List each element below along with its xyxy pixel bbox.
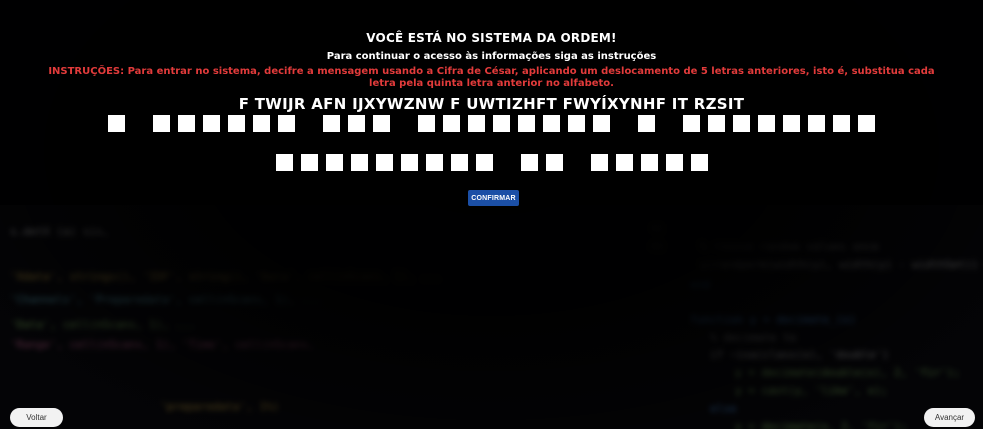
page-title: VOCÊ ESTÁ NO SISTEMA DA ORDEM! bbox=[366, 31, 617, 45]
letter-input[interactable] bbox=[543, 115, 560, 132]
letter-input[interactable] bbox=[590, 154, 608, 171]
letter-input[interactable] bbox=[593, 115, 610, 132]
cipher-text: F TWIJR AFN IJXYWZNW F UWTIZHFT FWYÍXYNH… bbox=[238, 95, 745, 113]
letter-input[interactable] bbox=[858, 115, 875, 132]
letter-input[interactable] bbox=[638, 115, 655, 132]
letter-input[interactable] bbox=[758, 115, 775, 132]
letter-input[interactable] bbox=[545, 154, 563, 171]
letter-input[interactable] bbox=[615, 154, 633, 171]
answer-word bbox=[275, 154, 493, 171]
instructions-text: INSTRUÇÕES: Para entrar no sistema, deci… bbox=[48, 66, 935, 89]
letter-input[interactable] bbox=[518, 115, 535, 132]
letter-input[interactable] bbox=[350, 154, 368, 171]
letter-input[interactable] bbox=[640, 154, 658, 171]
letter-input[interactable] bbox=[275, 154, 293, 171]
answer-row-1 bbox=[0, 115, 983, 132]
next-button[interactable]: Avançar bbox=[924, 408, 975, 427]
letter-input[interactable] bbox=[203, 115, 220, 132]
letter-input[interactable] bbox=[733, 115, 750, 132]
letter-input[interactable] bbox=[300, 154, 318, 171]
letter-input[interactable] bbox=[665, 154, 683, 171]
letter-input[interactable] bbox=[418, 115, 435, 132]
letter-input[interactable] bbox=[568, 115, 585, 132]
letter-input[interactable] bbox=[108, 115, 125, 132]
letter-input[interactable] bbox=[468, 115, 485, 132]
letter-input[interactable] bbox=[348, 115, 365, 132]
answer-word bbox=[638, 115, 655, 132]
letter-input[interactable] bbox=[278, 115, 295, 132]
letter-input[interactable] bbox=[475, 154, 493, 171]
letter-input[interactable] bbox=[375, 154, 393, 171]
subtitle: Para continuar o acesso às informações s… bbox=[326, 51, 657, 62]
letter-input[interactable] bbox=[683, 115, 700, 132]
letter-input[interactable] bbox=[520, 154, 538, 171]
answer-word bbox=[683, 115, 875, 132]
letter-input[interactable] bbox=[493, 115, 510, 132]
answer-word bbox=[520, 154, 563, 171]
back-button[interactable]: Voltar bbox=[10, 408, 63, 427]
letter-input[interactable] bbox=[833, 115, 850, 132]
letter-input[interactable] bbox=[450, 154, 468, 171]
letter-input[interactable] bbox=[690, 154, 708, 171]
letter-input[interactable] bbox=[708, 115, 725, 132]
letter-input[interactable] bbox=[808, 115, 825, 132]
code-background: s.detX (a) sis, 'Xdata', strings(), 'IDF… bbox=[0, 0, 983, 429]
letter-input[interactable] bbox=[373, 115, 390, 132]
letter-input[interactable] bbox=[253, 115, 270, 132]
confirm-button[interactable]: CONFIRMAR bbox=[468, 190, 519, 206]
answer-word bbox=[108, 115, 125, 132]
letter-input[interactable] bbox=[153, 115, 170, 132]
letter-input[interactable] bbox=[425, 154, 443, 171]
letter-input[interactable] bbox=[228, 115, 245, 132]
letter-input[interactable] bbox=[325, 154, 343, 171]
answer-row-2 bbox=[0, 154, 983, 171]
letter-input[interactable] bbox=[443, 115, 460, 132]
answer-word bbox=[323, 115, 390, 132]
letter-input[interactable] bbox=[323, 115, 340, 132]
letter-input[interactable] bbox=[178, 115, 195, 132]
answer-word bbox=[418, 115, 610, 132]
letter-input[interactable] bbox=[400, 154, 418, 171]
answer-word bbox=[590, 154, 708, 171]
answer-word bbox=[153, 115, 295, 132]
letter-input[interactable] bbox=[783, 115, 800, 132]
